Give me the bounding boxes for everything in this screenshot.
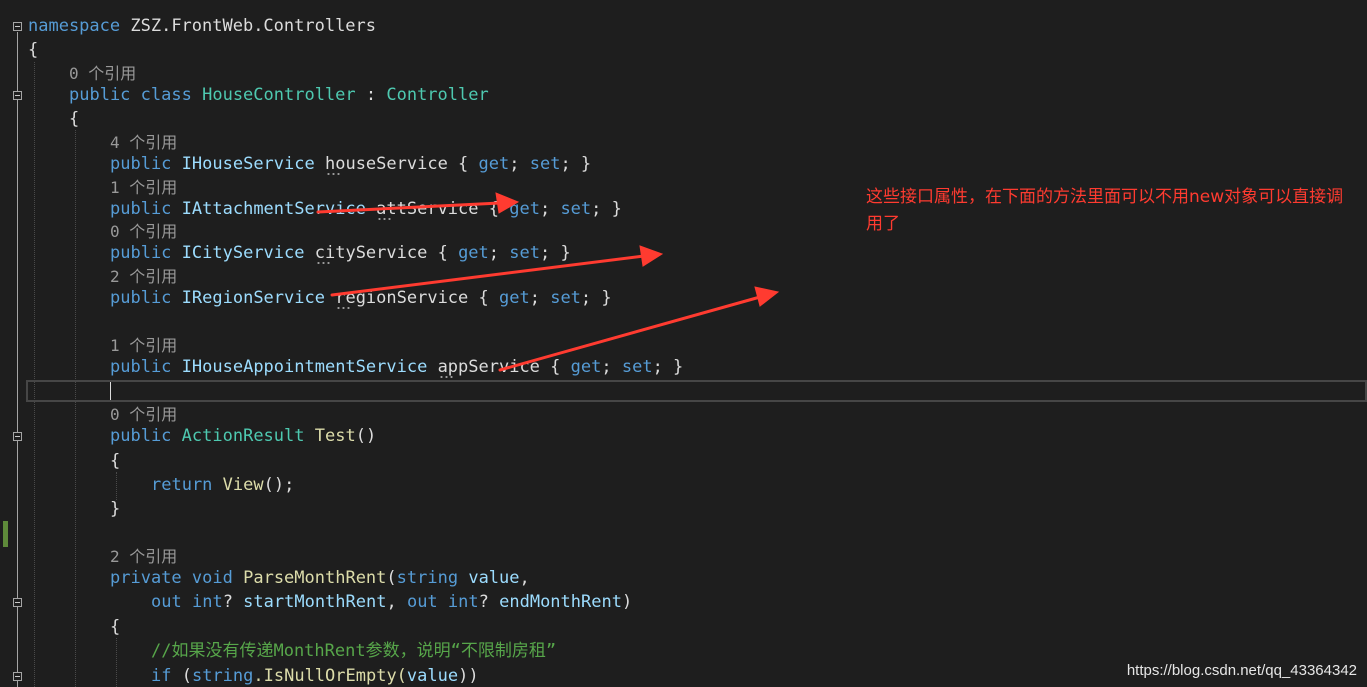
arrow-line: [316, 201, 502, 214]
annotation-arrows: [316, 192, 780, 372]
arrow-head: [754, 286, 780, 307]
arrow-line: [330, 254, 646, 297]
annotation-note: 这些接口属性，在下面的方法里面可以不用new对象可以直接调用了: [866, 187, 1344, 234]
arrow-head: [495, 192, 520, 214]
arrow-line: [498, 295, 762, 372]
arrow-head: [639, 245, 664, 267]
watermark: https://blog.csdn.net/qq_43364342: [1126, 662, 1357, 679]
